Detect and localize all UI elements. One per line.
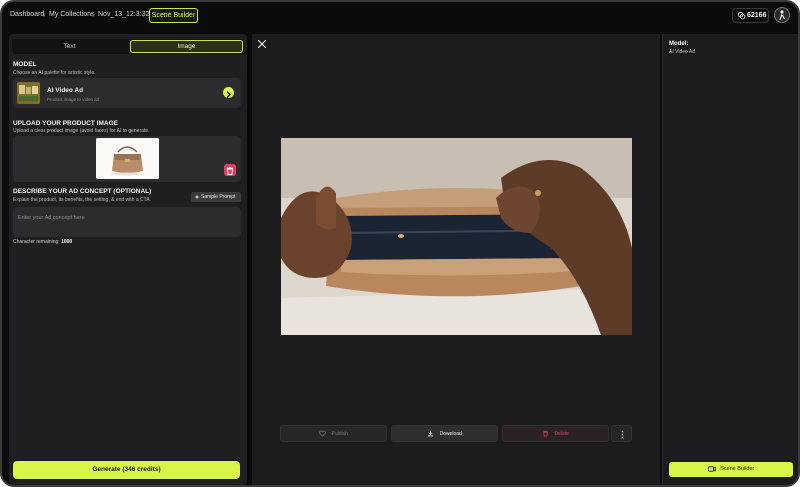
preview-panel: Publish Download Delete — [252, 34, 660, 485]
model-label: Model: — [669, 41, 689, 47]
model-thumbnail — [17, 82, 40, 104]
mode-tabs: Text Image — [12, 39, 244, 54]
product-image — [96, 138, 159, 179]
character-counter: Character remaining: 1000 — [13, 239, 72, 245]
more-vertical-icon — [621, 430, 624, 439]
model-description: Product image to video ad — [47, 97, 100, 102]
scene-builder-button[interactable]: Scene Builder — [669, 462, 793, 477]
concept-section-subtitle: Explain the product, its benefits, the s… — [13, 197, 152, 203]
credits-value: 62166 — [747, 12, 767, 19]
model-value: AI Video Ad — [669, 49, 696, 55]
upload-section-subtitle: Upload a clear product image (avoid face… — [13, 128, 150, 134]
generate-button[interactable]: Generate (346 credits) — [13, 461, 240, 479]
breadcrumb-dashboard[interactable]: Dashboard — [10, 11, 44, 18]
credits-badge[interactable]: 62166 — [732, 8, 769, 23]
download-icon — [428, 431, 434, 437]
left-panel: Text Image MODEL Choose an AI palette fo… — [9, 34, 247, 485]
close-icon[interactable] — [257, 39, 267, 49]
video-preview[interactable] — [281, 138, 632, 335]
delete-button[interactable]: Delete — [502, 425, 609, 442]
concept-textarea-box — [13, 207, 241, 237]
user-avatar[interactable] — [774, 7, 790, 23]
trash-icon — [543, 431, 548, 437]
tab-image[interactable]: Image — [130, 40, 243, 53]
top-bar: Dashboard › My Collections › Nov_13_12:3… — [2, 2, 798, 32]
breadcrumb-my-collections[interactable]: My Collections — [49, 11, 95, 18]
model-card[interactable]: AI Video Ad Product image to video ad — [13, 78, 241, 108]
download-button[interactable]: Download — [391, 425, 498, 442]
scene-builder-label: Scene Builder — [720, 466, 755, 472]
model-name: AI Video Ad — [47, 87, 84, 94]
breadcrumb-collection[interactable]: Nov_13_12:3:32 — [98, 11, 149, 18]
download-label: Download — [439, 431, 462, 437]
user-figure-icon — [779, 10, 786, 21]
app-window: Dashboard › My Collections › Nov_13_12:3… — [0, 0, 800, 487]
upload-section-title: UPLOAD YOUR PRODUCT IMAGE — [13, 120, 118, 127]
preview-actions: Publish Download Delete — [280, 425, 632, 442]
sparkle-icon — [194, 194, 200, 200]
remove-image-button[interactable] — [224, 164, 236, 176]
chevron-right-icon: › — [143, 10, 146, 19]
coins-icon — [737, 11, 746, 20]
concept-section-title: DESCRIBE YOUR AD CONCEPT (OPTIONAL) — [13, 188, 152, 195]
breadcrumb-scene-builder[interactable]: Scene Builder — [149, 8, 198, 23]
sample-prompt-button[interactable]: Sample Prompt — [191, 192, 241, 202]
publish-label: Publish — [331, 431, 348, 437]
sample-prompt-label: Sample Prompt — [201, 194, 236, 200]
model-select-button[interactable] — [223, 87, 234, 98]
more-options-button[interactable] — [611, 425, 632, 442]
right-panel: Model: AI Video Ad Scene Builder — [662, 34, 798, 485]
model-section-title: MODEL — [13, 61, 37, 68]
video-camera-icon — [707, 465, 716, 472]
heart-icon — [319, 430, 326, 437]
chevron-right-icon: › — [92, 10, 95, 19]
character-counter-value: 1000 — [61, 239, 73, 245]
chevron-right-icon: › — [43, 10, 46, 19]
delete-label: Delete — [554, 431, 569, 437]
tab-text[interactable]: Text — [13, 40, 126, 53]
upload-dropzone[interactable] — [13, 136, 241, 182]
model-section-subtitle: Choose an AI palette for artistic style. — [13, 70, 96, 76]
ad-concept-input[interactable] — [18, 213, 218, 223]
publish-button[interactable]: Publish — [280, 425, 387, 442]
character-counter-label: Character remaining: — [13, 239, 60, 245]
trash-icon — [227, 166, 233, 175]
chevron-right-icon — [226, 91, 231, 98]
